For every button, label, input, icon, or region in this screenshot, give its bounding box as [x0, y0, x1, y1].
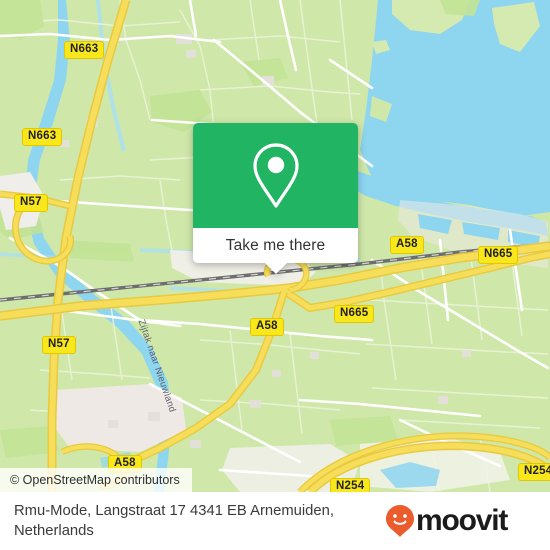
moovit-wordmark: moovit — [416, 504, 508, 537]
moovit-brand[interactable]: moovit — [385, 504, 521, 538]
road-shield-n57-upper[interactable]: N57 — [14, 194, 48, 212]
bottom-info-bar: Rmu-Mode, Langstraat 17 4341 EB Arnemuid… — [0, 492, 550, 550]
address-line-2: Netherlands — [14, 523, 94, 539]
road-shield-n254-south[interactable]: N254 — [330, 478, 371, 492]
road-shield-a58-center[interactable]: A58 — [250, 318, 284, 336]
moovit-pin-smiley-icon — [386, 505, 414, 537]
address-block: Rmu-Mode, Langstraat 17 4341 EB Arnemuid… — [0, 501, 385, 541]
moovit-map-screenshot: Zijtak naar Nieuwland N663 N663 N57 N57 … — [0, 0, 550, 550]
road-shield-n665-center[interactable]: N665 — [334, 305, 375, 323]
map-attribution[interactable]: © OpenStreetMap contributors — [0, 468, 192, 492]
popup-card-pointer — [264, 263, 287, 274]
road-shield-n663-north[interactable]: N663 — [64, 41, 105, 59]
road-shield-n254-southeast[interactable]: N254 — [518, 463, 550, 481]
road-shield-a58-east[interactable]: A58 — [390, 236, 424, 254]
road-shield-n57-lower[interactable]: N57 — [42, 336, 76, 354]
attribution-text: © OpenStreetMap contributors — [10, 473, 180, 487]
popup-card-header — [193, 123, 358, 228]
take-me-there-button[interactable]: Take me there — [226, 237, 326, 255]
map-pin-icon — [252, 142, 299, 208]
road-shield-n663-west[interactable]: N663 — [22, 128, 63, 146]
popup-card-footer[interactable]: Take me there — [193, 228, 358, 274]
location-popup-card[interactable]: Take me there — [193, 123, 358, 274]
road-shield-n665-east[interactable]: N665 — [478, 246, 519, 264]
address-line-1: Rmu-Mode, Langstraat 17 4341 EB Arnemuid… — [14, 503, 334, 519]
